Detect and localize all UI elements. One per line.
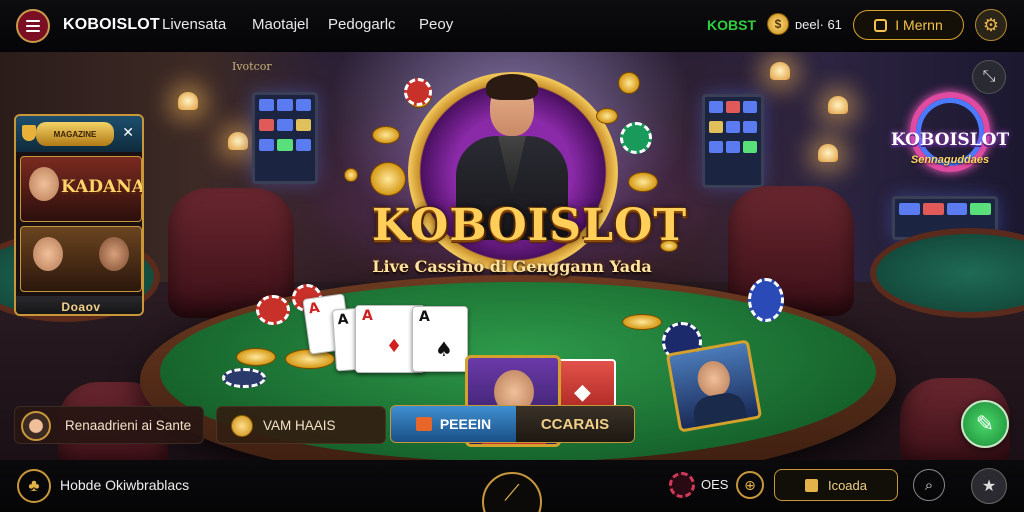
gold-coin	[236, 348, 276, 366]
bonus-chip[interactable]: VAM HAAIS	[216, 406, 386, 444]
player-label: Renaadrieni ai Sante	[65, 418, 192, 433]
footer-label[interactable]: Hobde Okiwbrablacs	[60, 477, 189, 493]
target-icon[interactable]: ⊕	[736, 471, 764, 499]
login-button-label: I Mernn	[895, 17, 943, 33]
wallet-icon	[804, 478, 818, 492]
club-icon[interactable]: ♣	[17, 469, 51, 503]
settings-button[interactable]: ⚙	[975, 9, 1007, 41]
gold-coin	[628, 172, 658, 192]
avatar	[21, 411, 51, 441]
des-label[interactable]: OES	[701, 477, 728, 492]
gear-icon: ⚙	[982, 14, 1000, 35]
chip-stack	[748, 278, 784, 322]
gift-icon	[415, 417, 432, 431]
top-bar: KOBOISLOT Livensata Maotajel Pedogarlc P…	[0, 0, 1024, 52]
panel-header: MAGAZINE ✕	[16, 116, 142, 152]
promo-link[interactable]: KOBST	[707, 17, 756, 33]
chip-stack	[256, 295, 290, 325]
gold-coin	[596, 108, 618, 124]
spotlight	[770, 62, 790, 80]
chevron-close-icon[interactable]: ✕	[122, 124, 134, 141]
trophy-icon	[22, 125, 36, 141]
hero-subtitle: Live Cassino di Genggann Yada	[372, 257, 652, 276]
wall-lamp	[828, 96, 848, 114]
wallet-button-label: Icoada	[827, 477, 868, 493]
pencil-icon: ✎	[975, 411, 995, 436]
hero-title: KOBOISLOT	[372, 200, 688, 251]
game-tile[interactable]	[20, 226, 142, 292]
game-promo-panel[interactable]: MAGAZINE ✕ KADANAI Doaov	[14, 114, 144, 316]
coin-icon	[231, 415, 253, 437]
neon-sign-title: KOBOISLOT	[890, 130, 1010, 150]
vip-button[interactable]: ★	[971, 468, 1007, 504]
game-tile-title: KADANAI	[61, 177, 144, 197]
panel-badge: MAGAZINE	[36, 122, 114, 146]
action-button-group: PEEEIN CCARAIS	[390, 405, 635, 443]
bonus-label: VAM HAAIS	[263, 418, 336, 433]
poker-chip-icon[interactable]	[669, 472, 695, 498]
app-root: KOBOISLOT Livensata Maotajel Pedogarlc P…	[0, 0, 1024, 512]
nav-item-2[interactable]: Maotajel	[252, 16, 309, 33]
tile-face	[29, 167, 59, 201]
neon-sign: KOBOISLOT Sennaguddaes	[890, 92, 1010, 210]
secondary-action-button[interactable]: CCARAIS	[516, 406, 634, 442]
star-icon: ★	[981, 478, 997, 495]
wall-sign: Ivotcor	[232, 60, 272, 73]
coin-icon: $	[767, 13, 789, 35]
close-icon: ⤡	[982, 68, 996, 85]
dealer-mini-card[interactable]	[665, 339, 763, 433]
host-hair	[486, 74, 538, 100]
casino-scene: Ivotcor KOBOISLOT Live Cassino di Gengga…	[0, 52, 1024, 460]
gold-coin	[370, 162, 406, 196]
edit-button[interactable]: ✎	[961, 400, 1009, 448]
nav-item-1[interactable]: Livensata	[162, 16, 226, 33]
nav-item-3[interactable]: Pedogarlc	[328, 16, 396, 33]
wall-lamp	[818, 144, 838, 162]
primary-action-label: PEEEIN	[439, 416, 492, 432]
wallet-button[interactable]: Icoada	[774, 469, 898, 501]
gold-coin	[372, 126, 400, 144]
brand-logo-text[interactable]: KOBOISLOT	[63, 16, 160, 34]
game-tile[interactable]: KADANAI	[20, 156, 142, 222]
primary-action-button[interactable]: PEEEIN	[391, 406, 516, 442]
poker-chip	[404, 78, 432, 106]
wall-lamp	[178, 92, 198, 110]
gold-coin	[344, 168, 358, 182]
balance-text: ᴅeel· 61	[795, 17, 842, 32]
search-button[interactable]: ⌕	[913, 469, 945, 501]
tile-face	[99, 237, 129, 271]
gold-coin	[618, 72, 640, 94]
neon-sign-subtitle: Sennaguddaes	[910, 154, 990, 166]
nav-item-4[interactable]: Peoy	[419, 16, 453, 33]
poker-chip	[620, 122, 652, 154]
tile-face	[33, 237, 63, 271]
poker-chip	[222, 368, 266, 388]
playing-card: A ♠	[412, 306, 468, 372]
player-info-chip[interactable]: Renaadrieni ai Sante	[14, 406, 204, 444]
search-icon: ⌕	[924, 476, 934, 494]
lock-icon	[874, 18, 888, 32]
hamburger-menu-button[interactable]	[16, 9, 50, 43]
slot-monitor	[702, 94, 764, 188]
slot-monitor	[252, 92, 318, 184]
gold-coin	[622, 314, 662, 330]
gold-coin	[660, 240, 678, 252]
wall-lamp	[228, 132, 248, 150]
panel-footer-label: Doaov	[16, 296, 142, 314]
fullscreen-toggle-button[interactable]: ⤡	[972, 60, 1006, 94]
edit-slash-icon: ⟋	[504, 480, 520, 505]
login-button[interactable]: I Mernn	[853, 10, 964, 40]
